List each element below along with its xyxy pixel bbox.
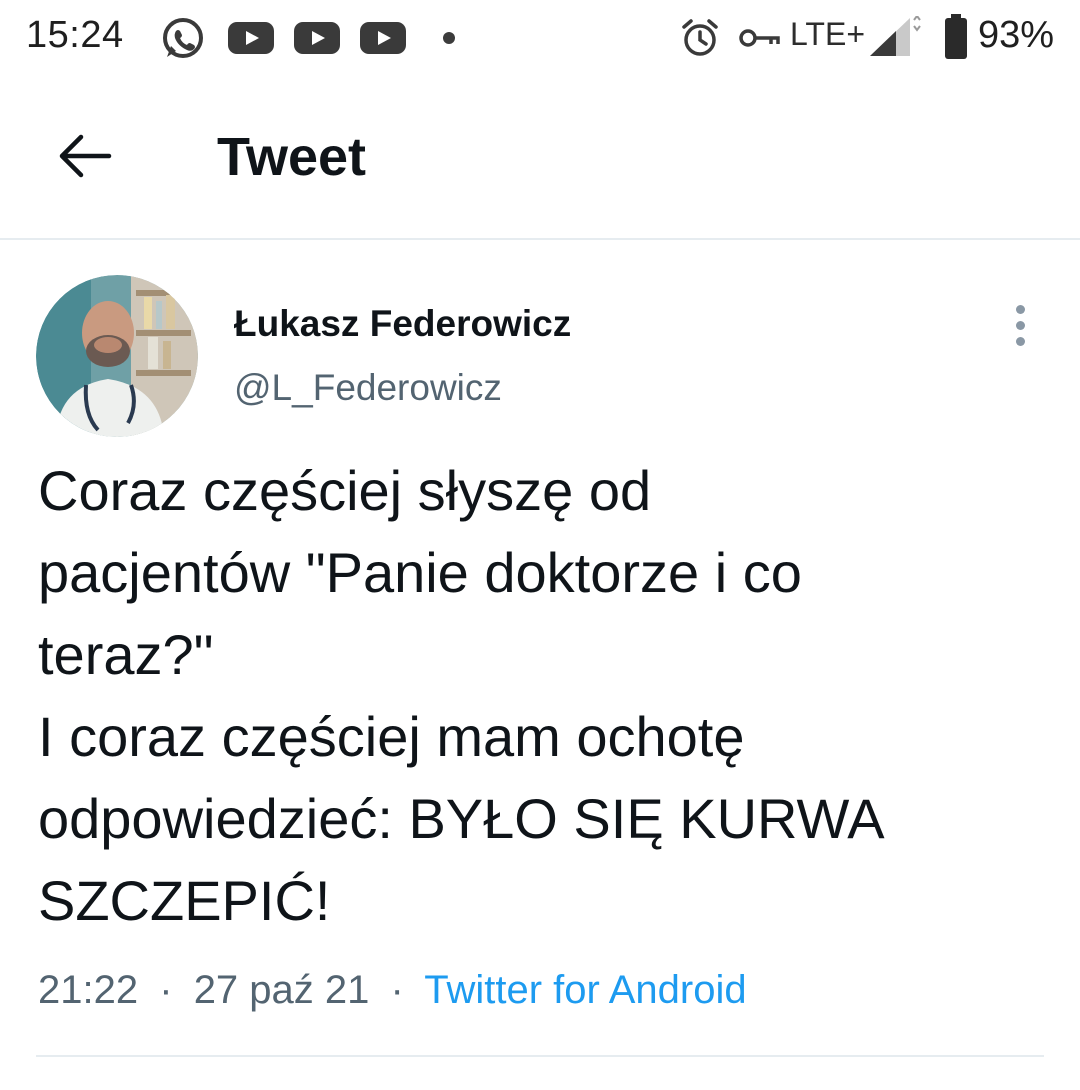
tweet-time[interactable]: 21:22 [38, 968, 138, 1012]
avatar[interactable] [36, 275, 198, 437]
arrow-left-icon [57, 133, 113, 184]
divider [36, 1055, 1044, 1057]
tweet-text-line: odpowiedzieć: BYŁO SIĘ KURWA [38, 787, 885, 850]
more-vertical-icon [1015, 304, 1025, 346]
status-bar: 15:24 LTE+ 93% [0, 0, 1080, 78]
battery-icon [944, 14, 968, 65]
tweet-date[interactable]: 27 paź 21 [194, 968, 370, 1012]
vpn-key-icon [738, 24, 780, 57]
tweet-text-line: pacjentów "Panie doktorze i co [38, 541, 802, 604]
signal-icon [868, 14, 922, 63]
top-app-bar: Tweet [0, 78, 1080, 240]
meta-separator: · [159, 968, 173, 1012]
youtube-icon [228, 22, 274, 59]
tweet-text-line: SZCZEPIĆ! [38, 869, 331, 932]
tweet-text: Coraz częściej słyszę od pacjentów "Pani… [38, 450, 1048, 942]
tweet-text-line: I coraz częściej mam ochotę [38, 705, 745, 768]
more-options-button[interactable] [1000, 300, 1040, 350]
network-type: LTE+ [790, 16, 865, 52]
tweet-source-link[interactable]: Twitter for Android [424, 968, 746, 1012]
tweet-text-line: teraz?" [38, 623, 214, 686]
page-title: Tweet [217, 127, 367, 187]
youtube-icon [294, 22, 340, 59]
author-handle[interactable]: @L_Federowicz [234, 367, 502, 409]
tweet-meta: 21:22 · 27 paź 21 · Twitter for Android [38, 968, 747, 1013]
alarm-icon [680, 18, 720, 63]
battery-percentage: 93% [978, 14, 1055, 56]
youtube-icon [360, 22, 406, 59]
notification-dot [443, 32, 455, 44]
meta-separator: · [390, 968, 404, 1012]
back-button[interactable] [50, 126, 120, 190]
whatsapp-icon [160, 16, 206, 62]
tweet-text-line: Coraz częściej słyszę od [38, 459, 652, 522]
status-time: 15:24 [26, 14, 124, 56]
author-name[interactable]: Łukasz Federowicz [234, 303, 571, 345]
